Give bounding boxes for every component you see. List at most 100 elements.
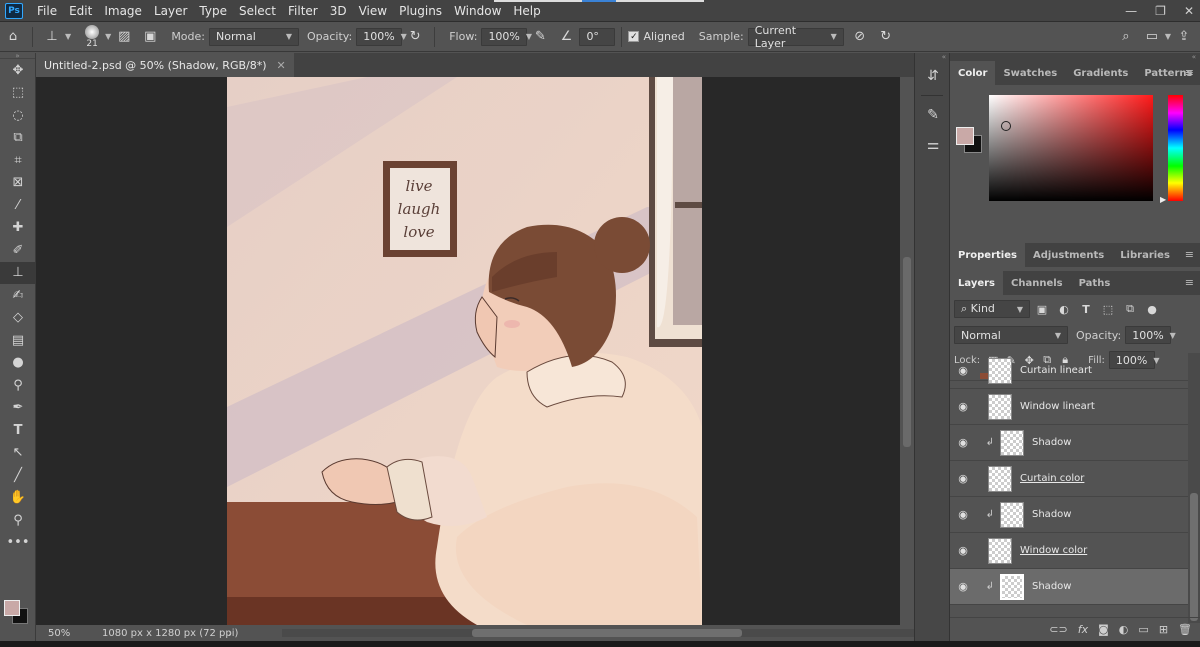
- crop-icon[interactable]: ⌗: [0, 149, 36, 172]
- history-panel-icon[interactable]: ⇵: [915, 61, 951, 91]
- menu-layer[interactable]: Layer: [148, 0, 193, 22]
- adjust-panel-icon[interactable]: ⚌: [915, 130, 951, 160]
- search-icon[interactable]: ⌕: [1116, 27, 1136, 47]
- menu-select[interactable]: Select: [233, 0, 282, 22]
- horizontal-scrollbar[interactable]: [282, 629, 922, 637]
- blur-icon[interactable]: ●: [0, 352, 36, 375]
- path-select-icon[interactable]: ↖: [0, 442, 36, 465]
- brush-chevron-down-icon[interactable]: ▼: [105, 32, 111, 41]
- horizontal-scroll-thumb[interactable]: [472, 629, 742, 637]
- layer-name[interactable]: Window color: [1020, 545, 1087, 556]
- line-icon[interactable]: ╱: [0, 464, 36, 487]
- share-icon[interactable]: ⇪: [1174, 27, 1194, 47]
- menu-type[interactable]: Type: [193, 0, 233, 22]
- status-menu-icon[interactable]: ›: [228, 628, 232, 639]
- workspace-chevron-down-icon[interactable]: ▼: [1165, 32, 1171, 41]
- move-icon[interactable]: ✥: [0, 59, 36, 82]
- layer-opacity-input[interactable]: 100% ▼: [1125, 326, 1176, 344]
- clone-stamp-icon[interactable]: ⊥: [0, 261, 36, 284]
- document-tab[interactable]: Untitled-2.psd @ 50% (Shadow, RGB/8*) ✕: [36, 53, 294, 77]
- menu-view[interactable]: View: [353, 0, 393, 22]
- layer-mask-icon[interactable]: ◙: [1098, 623, 1109, 636]
- menu-help[interactable]: Help: [507, 0, 546, 22]
- marquee-icon[interactable]: ⬚: [0, 82, 36, 105]
- frame-icon[interactable]: ⊠: [0, 172, 36, 195]
- filter-toggle-icon[interactable]: ●: [1142, 300, 1162, 318]
- zoom-level[interactable]: 50%: [36, 628, 96, 639]
- adjustment-layer-icon[interactable]: ◐: [1119, 623, 1129, 636]
- history-brush-icon[interactable]: ✍: [0, 284, 36, 307]
- layer-row[interactable]: ◉ Window lineart: [950, 389, 1188, 425]
- tab-gradients[interactable]: Gradients: [1065, 61, 1136, 85]
- new-layer-icon[interactable]: ⊞: [1159, 623, 1168, 636]
- opacity-input[interactable]: 100% ▼: [356, 27, 407, 46]
- workspace-icon[interactable]: ▭: [1142, 27, 1162, 47]
- zoom-icon[interactable]: ⚲: [0, 509, 36, 532]
- preset-chevron-down-icon[interactable]: ▼: [65, 32, 71, 41]
- pressure-opacity-icon[interactable]: ↻: [405, 27, 425, 47]
- flow-input[interactable]: 100% ▼: [481, 27, 532, 46]
- ignore-adjustment-icon[interactable]: ⊘: [850, 27, 870, 47]
- brush-panel-icon[interactable]: ✎: [915, 100, 951, 130]
- layer-row[interactable]: ◉ ↲ Shadow: [950, 425, 1188, 461]
- menu-file[interactable]: File: [31, 0, 63, 22]
- menu-filter[interactable]: Filter: [282, 0, 324, 22]
- layers-scrollbar[interactable]: [1188, 353, 1200, 623]
- angle-input[interactable]: 0°: [579, 27, 616, 46]
- hue-slider[interactable]: [1168, 95, 1183, 201]
- kind-filter-select[interactable]: ⌕ Kind ▼: [954, 300, 1030, 318]
- lasso-icon[interactable]: ◌: [0, 104, 36, 127]
- home-icon[interactable]: ⌂: [3, 27, 23, 47]
- brush-settings-icon[interactable]: ▨: [114, 27, 134, 47]
- vertical-scrollbar[interactable]: [900, 77, 914, 625]
- layers-scroll-thumb[interactable]: [1190, 493, 1198, 621]
- close-tab-icon[interactable]: ✕: [277, 59, 286, 72]
- layers-panel-menu-icon[interactable]: ≡: [1185, 276, 1194, 289]
- pixel-filter-icon[interactable]: ▣: [1032, 300, 1052, 318]
- tab-adjustments[interactable]: Adjustments: [1025, 243, 1112, 267]
- foreground-color-swatch[interactable]: [4, 600, 20, 616]
- pen-icon[interactable]: ✒: [0, 397, 36, 420]
- layer-name[interactable]: Curtain lineart: [1020, 365, 1092, 376]
- layer-row[interactable]: ◉ ↲ Shadow: [950, 497, 1188, 533]
- visibility-eye-icon[interactable]: ◉: [950, 472, 976, 485]
- layer-row-selected[interactable]: ◉ ↲ Shadow: [950, 569, 1188, 605]
- adjustment-filter-icon[interactable]: ◐: [1054, 300, 1074, 318]
- visibility-eye-icon[interactable]: ◉: [950, 400, 976, 413]
- layer-name[interactable]: Shadow: [1032, 509, 1071, 520]
- more-icon[interactable]: •••: [0, 532, 36, 555]
- eraser-icon[interactable]: ◇: [0, 307, 36, 330]
- link-layers-icon[interactable]: ⊂⊃: [1049, 623, 1067, 636]
- restore-button[interactable]: ❐: [1155, 4, 1166, 18]
- visibility-eye-icon[interactable]: ◉: [950, 580, 976, 593]
- aligned-checkbox[interactable]: ✓: [628, 31, 640, 42]
- collapse-panels-icon[interactable]: «: [950, 53, 1200, 61]
- type-filter-icon[interactable]: T: [1076, 300, 1096, 318]
- minimize-button[interactable]: —: [1125, 4, 1137, 18]
- clone-stamp-preset-icon[interactable]: ⊥: [42, 27, 62, 47]
- properties-panel-menu-icon[interactable]: ≡: [1185, 248, 1194, 261]
- artwork-canvas[interactable]: live laugh love: [227, 77, 702, 625]
- saturation-value-field[interactable]: [989, 95, 1153, 201]
- tab-channels[interactable]: Channels: [1003, 271, 1071, 295]
- visibility-eye-icon[interactable]: ◉: [950, 436, 976, 449]
- tab-properties[interactable]: Properties: [950, 243, 1025, 267]
- menu-edit[interactable]: Edit: [63, 0, 98, 22]
- tab-layers[interactable]: Layers: [950, 271, 1003, 295]
- visibility-eye-icon[interactable]: ◉: [950, 544, 976, 557]
- menu-3d[interactable]: 3D: [324, 0, 353, 22]
- shape-filter-icon[interactable]: ⬚: [1098, 300, 1118, 318]
- menu-window[interactable]: Window: [448, 0, 507, 22]
- layer-style-icon[interactable]: fx: [1078, 623, 1088, 636]
- layer-row[interactable]: ◉ Curtain color: [950, 461, 1188, 497]
- visibility-eye-icon[interactable]: ◉: [950, 364, 976, 377]
- delete-layer-icon[interactable]: 🗑︎: [1178, 623, 1192, 636]
- brush-icon[interactable]: ✐: [0, 239, 36, 262]
- tab-swatches[interactable]: Swatches: [995, 61, 1065, 85]
- clone-source-icon[interactable]: ▣: [140, 27, 160, 47]
- color-panel-menu-icon[interactable]: ≡: [1185, 66, 1194, 79]
- smart-object-filter-icon[interactable]: ⧉: [1120, 300, 1140, 318]
- pressure-size-icon[interactable]: ↻: [876, 27, 896, 47]
- vertical-scroll-thumb[interactable]: [903, 257, 911, 447]
- layer-name[interactable]: Shadow: [1032, 437, 1071, 448]
